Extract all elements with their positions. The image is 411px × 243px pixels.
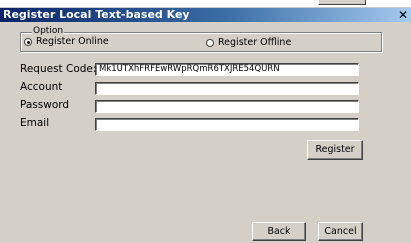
password-label: Password: [20, 99, 70, 111]
radio-selected-icon: [24, 37, 32, 46]
register-button[interactable]: Register: [307, 140, 363, 160]
register-online-label: Register Online: [36, 36, 109, 47]
close-icon[interactable]: ✕: [397, 9, 409, 21]
dialog-body: [0, 22, 411, 243]
register-online-radio[interactable]: Register Online: [24, 36, 109, 47]
radio-unselected-icon: [206, 38, 214, 47]
request-code-field[interactable]: Mk1UTXhFRFEwRWpRQmR6TXJRE54QURN: [95, 63, 359, 76]
account-field[interactable]: [95, 82, 359, 95]
email-field[interactable]: [95, 118, 359, 131]
dialog-titlebar[interactable]: Register Local Text-based Key ✕: [0, 8, 411, 22]
account-label: Account: [20, 81, 63, 93]
background-window-button: [318, 0, 366, 5]
cancel-button[interactable]: Cancel: [318, 222, 363, 241]
register-offline-label: Register Offline: [218, 37, 292, 48]
email-label: Email: [20, 117, 50, 129]
option-group-legend: Option: [32, 26, 65, 36]
dialog-title: Register Local Text-based Key: [3, 8, 190, 21]
request-code-label: Request Code:: [20, 63, 97, 75]
password-field[interactable]: [95, 100, 359, 113]
register-offline-radio[interactable]: Register Offline: [206, 37, 291, 48]
back-button[interactable]: Back: [252, 222, 306, 241]
